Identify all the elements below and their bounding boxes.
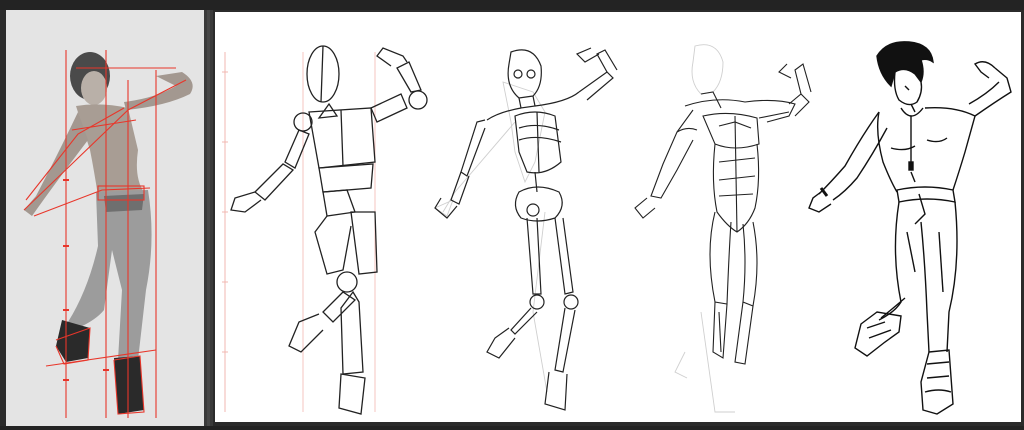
stage-muscles [634, 44, 812, 413]
stage-final-ink [808, 41, 1012, 415]
reference-photo-panel[interactable] [6, 10, 204, 426]
reference-photo-illustration [6, 10, 204, 426]
bottom-status-strip [0, 426, 1024, 430]
stage-skeleton [434, 47, 618, 411]
panel-splitter-handle[interactable] [204, 10, 213, 426]
canvas-drawing [222, 41, 1012, 415]
canvas-ruler [222, 52, 228, 412]
stage-mannequin [230, 45, 428, 415]
top-toolbar-strip [0, 0, 1024, 10]
drawing-canvas[interactable] [215, 12, 1021, 422]
